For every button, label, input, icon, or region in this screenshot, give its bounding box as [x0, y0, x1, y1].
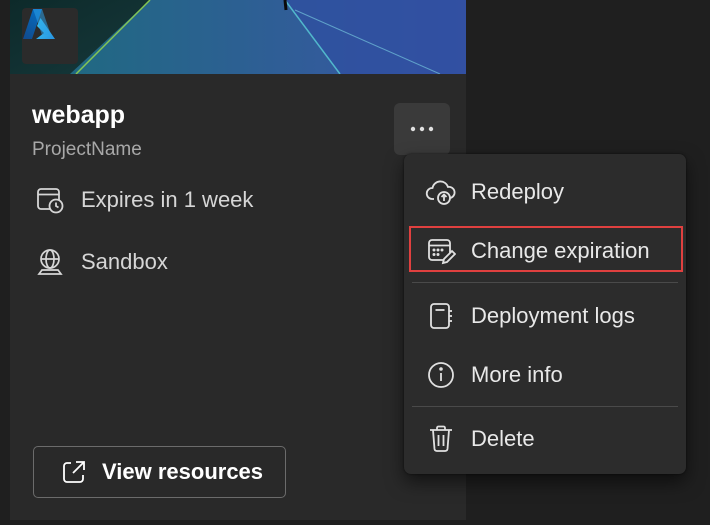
globe-desk-icon [34, 246, 66, 278]
menu-item-label: Change expiration [471, 238, 650, 263]
environment-card: webapp ProjectName Expires in 1 week San… [10, 0, 466, 520]
info-icon [424, 358, 458, 392]
more-horizontal-icon [410, 126, 434, 132]
card-subtitle: ProjectName [32, 139, 142, 160]
view-resources-label: View resources [102, 459, 264, 484]
menu-item-change-expiration[interactable]: Change expiration [410, 227, 680, 275]
menu-item-label: More info [471, 362, 563, 387]
menu-item-label: Deployment logs [471, 303, 635, 328]
expiry-text: Expires in 1 week [81, 187, 254, 212]
app-stage: webapp ProjectName Expires in 1 week San… [0, 0, 710, 525]
card-title: webapp [32, 101, 126, 129]
trash-icon [424, 422, 458, 456]
azure-logo [22, 8, 78, 64]
menu-item-deployment-logs[interactable]: Deployment logs [410, 292, 680, 340]
menu-item-label: Redeploy [471, 179, 564, 204]
context-menu: Redeploy Change expiration Deployment lo… [404, 154, 686, 474]
view-resources-button[interactable]: View resources [33, 446, 286, 498]
menu-divider [412, 406, 678, 407]
environment-text: Sandbox [81, 249, 168, 274]
menu-item-delete[interactable]: Delete [410, 415, 680, 463]
menu-item-more-info[interactable]: More info [410, 351, 680, 399]
environment-row: Sandbox [34, 246, 168, 278]
calendar-edit-icon [424, 234, 458, 268]
expiry-row: Expires in 1 week [34, 184, 253, 216]
card-banner [10, 0, 466, 74]
calendar-clock-icon [34, 184, 66, 216]
open-external-icon [60, 458, 88, 486]
azure-logo-icon [23, 9, 55, 39]
menu-item-label: Delete [471, 426, 535, 451]
menu-divider [412, 282, 678, 283]
more-options-button[interactable] [394, 103, 450, 155]
notebook-icon [424, 299, 458, 333]
menu-item-redeploy[interactable]: Redeploy [410, 168, 680, 216]
cloud-upload-icon [424, 175, 458, 209]
